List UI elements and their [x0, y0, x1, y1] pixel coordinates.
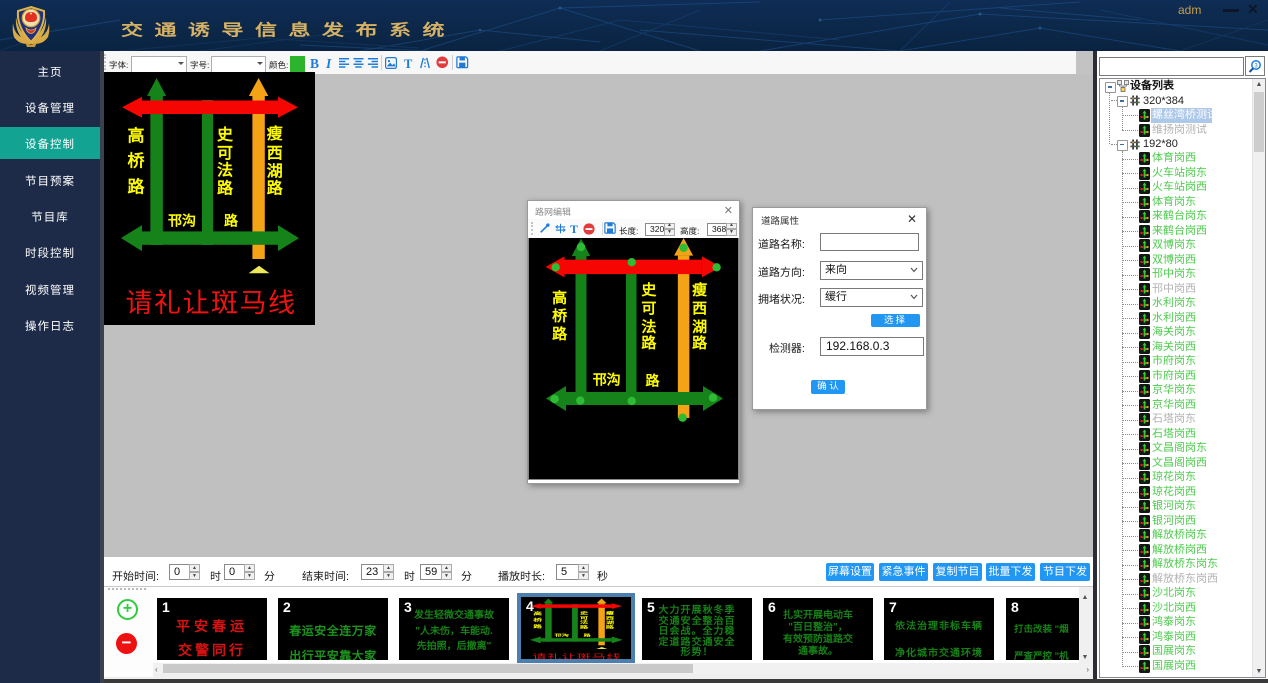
svg-text:路: 路: [217, 179, 234, 197]
svg-text:可: 可: [580, 616, 589, 621]
svg-text:高: 高: [128, 127, 145, 146]
svg-text:法: 法: [580, 620, 589, 625]
svg-text:桥: 桥: [128, 152, 146, 171]
svg-text:瘦: 瘦: [606, 611, 615, 616]
svg-text:西: 西: [692, 301, 707, 318]
svg-text:路: 路: [128, 178, 146, 197]
svg-text:湖: 湖: [692, 319, 707, 336]
svg-text:瘦: 瘦: [267, 125, 283, 143]
svg-text:请礼让斑马线: 请礼让斑马线: [126, 288, 297, 318]
svg-text:邗沟: 邗沟: [593, 371, 621, 387]
svg-text:法: 法: [217, 161, 233, 179]
svg-text:西: 西: [606, 616, 615, 621]
svg-text:邗沟: 邗沟: [168, 213, 196, 229]
svg-text:路: 路: [580, 625, 589, 630]
svg-text:请礼让斑马线: 请礼让斑马线: [532, 653, 621, 659]
svg-text:路: 路: [584, 634, 592, 638]
svg-text:湖: 湖: [606, 620, 615, 625]
svg-text:路: 路: [641, 335, 657, 352]
svg-text:路: 路: [224, 213, 239, 229]
svg-text:法: 法: [641, 319, 656, 336]
svg-text:湖: 湖: [267, 162, 283, 180]
svg-text:邗沟: 邗沟: [554, 634, 569, 638]
svg-text:瘦: 瘦: [692, 281, 707, 299]
svg-text:路: 路: [692, 335, 708, 352]
svg-text:西: 西: [267, 145, 283, 162]
svg-text:路: 路: [533, 624, 543, 630]
svg-text:可: 可: [217, 145, 233, 162]
svg-text:路: 路: [606, 625, 615, 630]
svg-text:史: 史: [580, 611, 589, 616]
svg-text:路: 路: [267, 179, 284, 197]
svg-text:史: 史: [217, 126, 234, 144]
svg-text:桥: 桥: [533, 617, 543, 623]
svg-text:路: 路: [552, 326, 568, 343]
svg-text:高: 高: [552, 290, 567, 307]
svg-text:高: 高: [533, 611, 542, 617]
svg-text:路: 路: [646, 372, 661, 388]
svg-text:可: 可: [641, 301, 656, 318]
svg-text:桥: 桥: [552, 308, 568, 325]
svg-text:史: 史: [641, 282, 657, 299]
